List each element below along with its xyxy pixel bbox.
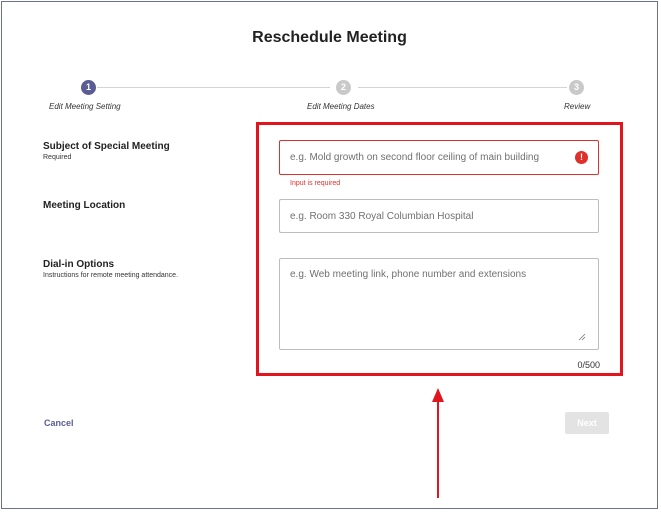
- step-1-label: Edit Meeting Setting: [49, 102, 121, 111]
- next-button[interactable]: Next: [565, 412, 609, 434]
- step-2-label: Edit Meeting Dates: [307, 102, 375, 111]
- annotation-arrow: [437, 400, 439, 498]
- dial-in-label: Dial-in Options: [43, 259, 115, 270]
- step-connector: [97, 87, 330, 88]
- step-1-indicator: 1: [81, 80, 96, 95]
- step-3-label: Review: [564, 102, 591, 111]
- step-2-indicator: 2: [336, 80, 351, 95]
- subject-label: Subject of Special Meeting: [43, 141, 170, 152]
- cancel-button[interactable]: Cancel: [44, 418, 74, 428]
- annotation-highlight-box: [256, 122, 623, 376]
- step-3-indicator: 3: [569, 80, 584, 95]
- dialog-title: Reschedule Meeting: [252, 29, 407, 46]
- stepper: 1 Edit Meeting Setting 2 Edit Meeting Da…: [2, 80, 659, 120]
- subject-required-note: Required: [43, 154, 72, 161]
- location-label: Meeting Location: [43, 200, 126, 211]
- dial-in-description: Instructions for remote meeting attendan…: [43, 272, 179, 279]
- step-connector: [358, 87, 567, 88]
